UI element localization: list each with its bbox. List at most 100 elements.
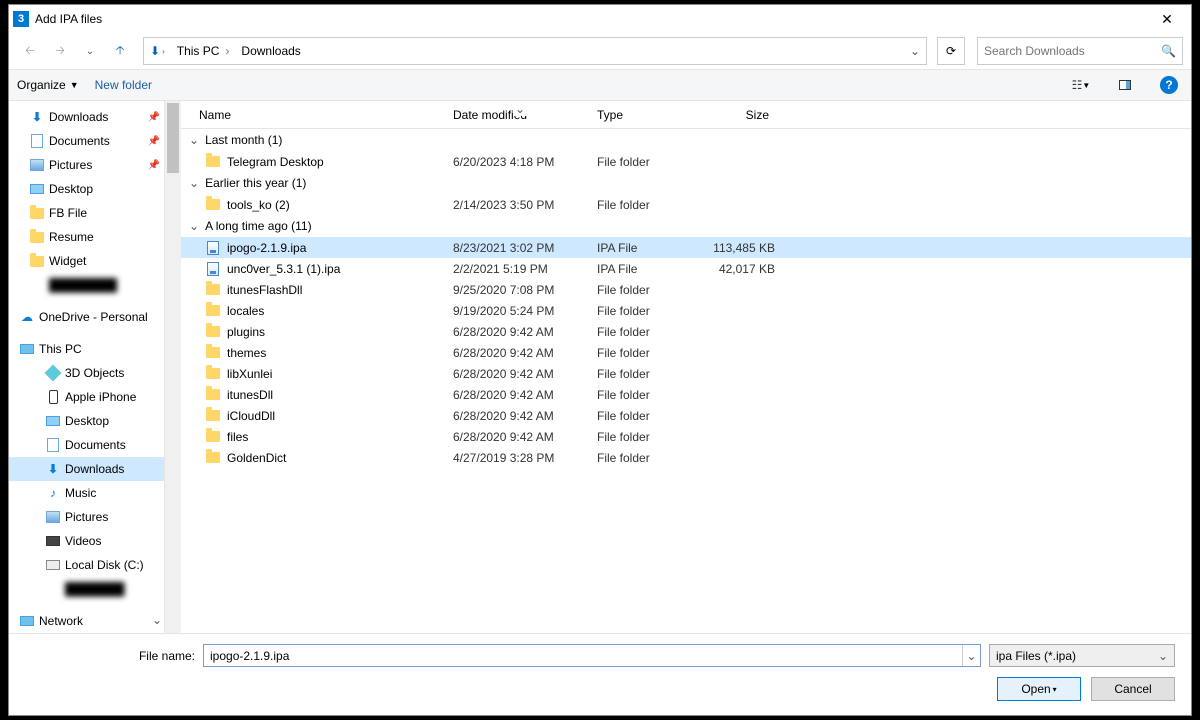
file-row[interactable]: Telegram Desktop6/20/2023 4:18 PMFile fo… <box>181 151 1191 172</box>
sidebar-item-resume[interactable]: Resume <box>9 225 164 249</box>
filename-combobox[interactable]: ⌄ <box>203 644 981 667</box>
folder-icon <box>206 431 220 442</box>
pin-icon: 📌 <box>148 112 160 123</box>
help-button[interactable]: ? <box>1155 73 1183 97</box>
file-row[interactable]: files6/28/2020 9:42 AMFile folder <box>181 426 1191 447</box>
file-row[interactable]: themes6/28/2020 9:42 AMFile folder <box>181 342 1191 363</box>
filename-history-dropdown[interactable]: ⌄ <box>962 645 980 666</box>
sidebar-item-fb-file[interactable]: FB File <box>9 201 164 225</box>
network-icon <box>20 616 34 626</box>
folder-icon <box>30 232 44 243</box>
sidebar-blurred-item: ███████ <box>9 577 164 601</box>
command-bar: Organize▼ New folder ☷ ▼ ? <box>9 69 1191 101</box>
column-type[interactable]: Type <box>587 108 705 122</box>
folder-icon <box>206 284 220 295</box>
group-header[interactable]: ⌄Last month (1) <box>181 129 1191 151</box>
file-row[interactable]: plugins6/28/2020 9:42 AMFile folder <box>181 321 1191 342</box>
download-icon: ⬇› <box>150 44 165 58</box>
cloud-icon: ☁ <box>21 310 33 324</box>
desktop-icon <box>30 184 44 194</box>
group-header[interactable]: ⌄Earlier this year (1) <box>181 172 1191 194</box>
organize-menu[interactable]: Organize▼ <box>17 78 79 92</box>
file-row[interactable]: locales9/19/2020 5:24 PMFile folder <box>181 300 1191 321</box>
file-row[interactable]: ipogo-2.1.9.ipa8/23/2021 3:02 PMIPA File… <box>181 237 1191 258</box>
up-button[interactable]: 🡡 <box>107 38 133 64</box>
pin-icon: 📌 <box>148 136 160 147</box>
window-title: Add IPA files <box>35 12 1147 26</box>
filename-input[interactable] <box>204 649 962 663</box>
recent-locations-button[interactable]: ⌄ <box>77 38 103 64</box>
music-icon: ♪ <box>50 486 56 500</box>
cancel-button[interactable]: Cancel <box>1091 677 1175 701</box>
file-row[interactable]: itunesDll6/28/2020 9:42 AMFile folder <box>181 384 1191 405</box>
chevron-down-icon[interactable]: ⌄ <box>152 613 162 627</box>
sidebar-scrollbar[interactable] <box>165 101 181 633</box>
forward-button[interactable]: 🡢 <box>47 38 73 64</box>
address-history-dropdown[interactable]: ⌄ <box>904 38 926 64</box>
title-bar: 3 Add IPA files ✕ <box>9 5 1191 33</box>
sidebar-item-local-disk-c-[interactable]: Local Disk (C:) <box>9 553 164 577</box>
file-row[interactable]: unc0ver_5.3.1 (1).ipa2/2/2021 5:19 PMIPA… <box>181 258 1191 279</box>
file-row[interactable]: tools_ko (2)2/14/2023 3:50 PMFile folder <box>181 194 1191 215</box>
sidebar-this-pc[interactable]: This PC <box>9 337 164 361</box>
folder-icon <box>30 256 44 267</box>
open-button[interactable]: Open ▾ <box>997 677 1081 701</box>
folder-icon <box>30 208 44 219</box>
file-open-dialog: 3 Add IPA files ✕ 🡠 🡢 ⌄ 🡡 ⬇› This PC› Do… <box>8 4 1192 716</box>
app-icon: 3 <box>13 11 29 27</box>
column-size[interactable]: Size <box>705 108 779 122</box>
sidebar-item-desktop[interactable]: Desktop <box>9 409 164 433</box>
view-options-button[interactable]: ☷ ▼ <box>1067 73 1095 97</box>
folder-icon <box>206 368 220 379</box>
scrollbar-thumb[interactable] <box>167 103 179 173</box>
sidebar-item-music[interactable]: ♪Music <box>9 481 164 505</box>
picture-icon <box>46 511 60 523</box>
column-name[interactable]: Name <box>181 108 443 122</box>
sidebar-network[interactable]: Network <box>9 609 164 633</box>
download-icon: ⬇ <box>32 110 42 124</box>
sidebar-item-documents[interactable]: Documents📌 <box>9 129 164 153</box>
new-folder-button[interactable]: New folder <box>95 78 152 92</box>
sidebar-item-documents[interactable]: Documents <box>9 433 164 457</box>
picture-icon <box>30 159 44 171</box>
sort-indicator-icon: ⌄ <box>513 102 527 116</box>
filename-label: File name: <box>25 649 195 663</box>
sidebar-item-3d-objects[interactable]: 3D Objects <box>9 361 164 385</box>
refresh-button[interactable]: ⟳ <box>937 37 965 65</box>
close-button[interactable]: ✕ <box>1147 5 1187 33</box>
chevron-down-icon: ⌄ <box>189 176 199 190</box>
file-row[interactable]: iCloudDll6/28/2020 9:42 AMFile folder <box>181 405 1191 426</box>
dialog-body: ⬇Downloads📌Documents📌Pictures📌DesktopFB … <box>9 101 1191 633</box>
preview-pane-button[interactable] <box>1111 73 1139 97</box>
filetype-filter[interactable]: ipa Files (*.ipa) ⌄ <box>989 644 1175 667</box>
folder-icon <box>206 326 220 337</box>
sidebar-item-downloads[interactable]: ⬇Downloads📌 <box>9 105 164 129</box>
group-header[interactable]: ⌄A long time ago (11) <box>181 215 1191 237</box>
sidebar-item-widget[interactable]: Widget <box>9 249 164 273</box>
breadcrumb-downloads[interactable]: Downloads <box>235 44 306 58</box>
ipa-file-icon <box>207 262 219 276</box>
folder-icon <box>206 410 220 421</box>
breadcrumb-thispc[interactable]: This PC› <box>171 44 236 58</box>
sidebar-item-downloads[interactable]: ⬇Downloads <box>9 457 164 481</box>
sidebar-item-videos[interactable]: Videos <box>9 529 164 553</box>
dialog-footer: File name: ⌄ ipa Files (*.ipa) ⌄ Open ▾ … <box>9 633 1191 715</box>
folder-icon <box>206 347 220 358</box>
address-bar[interactable]: ⬇› This PC› Downloads ⌄ <box>143 37 927 65</box>
sidebar-item-pictures[interactable]: Pictures <box>9 505 164 529</box>
search-input[interactable] <box>984 44 1161 58</box>
document-icon <box>47 438 59 452</box>
sidebar-item-pictures[interactable]: Pictures📌 <box>9 153 164 177</box>
sidebar-item-apple-iphone[interactable]: Apple iPhone <box>9 385 164 409</box>
file-row[interactable]: GoldenDict4/27/2019 3:28 PMFile folder <box>181 447 1191 468</box>
sidebar-item-desktop[interactable]: Desktop <box>9 177 164 201</box>
column-headers: Name Date modified Type Size ⌄ <box>181 101 1191 129</box>
file-row[interactable]: libXunlei6/28/2020 9:42 AMFile folder <box>181 363 1191 384</box>
sidebar-onedrive[interactable]: ☁OneDrive - Personal <box>9 305 164 329</box>
file-row[interactable]: itunesFlashDll9/25/2020 7:08 PMFile fold… <box>181 279 1191 300</box>
folder-icon <box>206 199 220 210</box>
back-button[interactable]: 🡠 <box>17 38 43 64</box>
search-box[interactable]: 🔍 <box>977 37 1183 65</box>
3d-icon <box>45 365 62 382</box>
navigation-pane: ⬇Downloads📌Documents📌Pictures📌DesktopFB … <box>9 101 165 633</box>
